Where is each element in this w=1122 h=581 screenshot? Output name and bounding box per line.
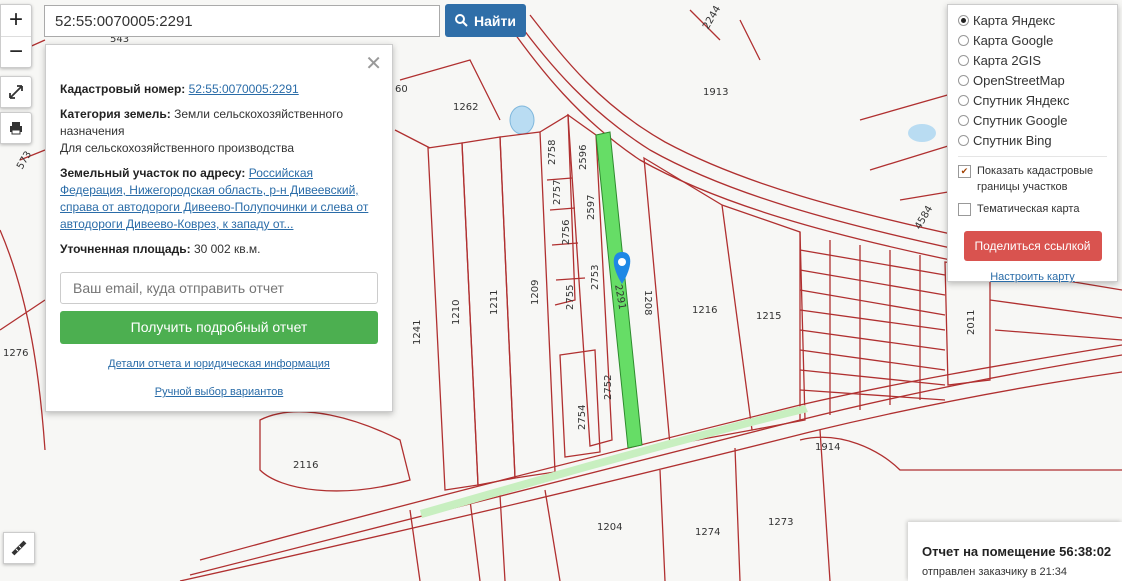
report-details-link[interactable]: Детали отчета и юридическая информация [108,358,330,370]
layer-option-label: Карта 2GIS [973,52,1042,68]
water-body [908,124,936,142]
close-icon[interactable]: ✕ [365,51,382,76]
map-layers-panel: Карта Яндекс Карта Google Карта 2GIS OpenSt… [947,4,1118,283]
svg-text:1204: 1204 [597,522,622,533]
svg-text:2753: 2753 [590,265,601,290]
svg-text:2752: 2752 [603,375,614,400]
find-button-label: Найти [474,12,516,29]
report-notification-subtitle: отправлен заказчику в 21:34 [922,566,1068,578]
get-report-button[interactable]: Получить подробный отчет [60,311,378,344]
email-input[interactable] [60,272,378,304]
cadastral-borders-checkbox[interactable]: ✔ Показать кадастровые границы участков [958,163,1107,195]
layer-option[interactable]: Карта Яндекс [958,10,1107,30]
ruler-button[interactable] [3,532,35,564]
layer-option[interactable]: Карта 2GIS [958,50,1107,70]
radio-icon [958,54,969,66]
layer-option[interactable]: Спутник Bing [958,130,1107,150]
layer-option-label: Спутник Яндекс [973,92,1070,108]
search-input[interactable] [44,5,440,37]
svg-text:1216: 1216 [692,305,717,316]
share-link-button[interactable]: Поделиться ссылкой [963,231,1102,261]
land-category-label: Категория земель: [60,107,171,121]
thematic-map-label: Тематическая карта [977,203,1080,215]
layer-option-label: Карта Google [973,32,1054,48]
land-use-value: Для сельскохозяйственного производства [60,141,295,155]
svg-text:1913: 1913 [703,87,728,98]
layer-option[interactable]: Спутник Яндекс [958,90,1107,110]
svg-text:2596: 2596 [578,145,589,170]
report-notification-title: Отчет на помещение 56:38:02 [922,544,1112,559]
svg-text:2757: 2757 [552,180,563,205]
cadastral-borders-label: Показать кадастровые границы участков [977,165,1094,193]
parcel-info-panel: ✕ Кадастровый номер: 52:55:0070005:2291 … [45,44,393,412]
layer-option[interactable]: Карта Google [958,30,1107,50]
svg-text:2597: 2597 [586,195,597,220]
checkbox-checked-icon: ✔ [958,165,971,178]
svg-text:2754: 2754 [577,405,588,430]
layer-option[interactable]: Спутник Google [958,110,1107,130]
svg-text:1262: 1262 [453,102,478,113]
radio-icon [958,114,969,126]
svg-text:60: 60 [395,84,408,95]
search-icon [455,14,468,27]
cadastral-number-label: Кадастровый номер: [60,82,186,96]
zoom-in-button[interactable]: + [1,5,31,37]
ruler-icon [11,540,27,556]
find-button[interactable]: Найти [445,4,526,37]
radio-icon [958,134,969,146]
svg-text:1273: 1273 [768,517,793,528]
svg-text:2758: 2758 [547,140,558,165]
zoom-out-button[interactable]: − [1,37,31,68]
configure-map-link[interactable]: Настроить карту [990,271,1075,283]
layer-option-label: Карта Яндекс [973,12,1056,28]
svg-text:1215: 1215 [756,311,781,322]
svg-text:2116: 2116 [293,460,318,471]
layer-option-label: Спутник Bing [973,132,1052,148]
svg-text:1211: 1211 [489,290,500,315]
printer-icon [10,122,22,135]
zoom-control: + − [0,4,32,68]
svg-text:1210: 1210 [451,300,462,325]
svg-text:1208: 1208 [642,290,653,315]
area-value: 30 002 кв.м. [193,242,261,256]
svg-text:1276: 1276 [3,348,28,359]
svg-text:2011: 2011 [966,310,977,335]
layer-option-label: Спутник Google [973,112,1068,128]
water-body [509,105,535,135]
radio-icon [958,74,969,86]
print-button[interactable] [0,112,32,144]
thematic-map-checkbox[interactable]: Тематическая карта [958,201,1107,217]
manual-selection-link[interactable]: Ручной выбор вариантов [155,386,283,398]
fullscreen-button[interactable] [0,76,32,108]
report-notification: Отчет на помещение 56:38:02 отправлен за… [908,522,1122,581]
checkbox-empty-icon [958,203,971,216]
cadastral-number-link[interactable]: 52:55:0070005:2291 [189,82,299,96]
layer-option[interactable]: OpenStreetMap [958,70,1107,90]
svg-text:1241: 1241 [412,320,423,345]
radio-icon [958,34,969,46]
radio-icon [958,14,969,26]
expand-icon [9,85,23,99]
svg-text:2755: 2755 [565,285,576,310]
layer-option-label: OpenStreetMap [973,72,1065,88]
area-label: Уточненная площадь: [60,242,191,256]
svg-text:1914: 1914 [815,442,840,453]
svg-text:1274: 1274 [695,527,720,538]
radio-icon [958,94,969,106]
svg-text:2756: 2756 [561,220,572,245]
svg-text:1209: 1209 [530,280,541,305]
address-label: Земельный участок по адресу: [60,166,246,180]
